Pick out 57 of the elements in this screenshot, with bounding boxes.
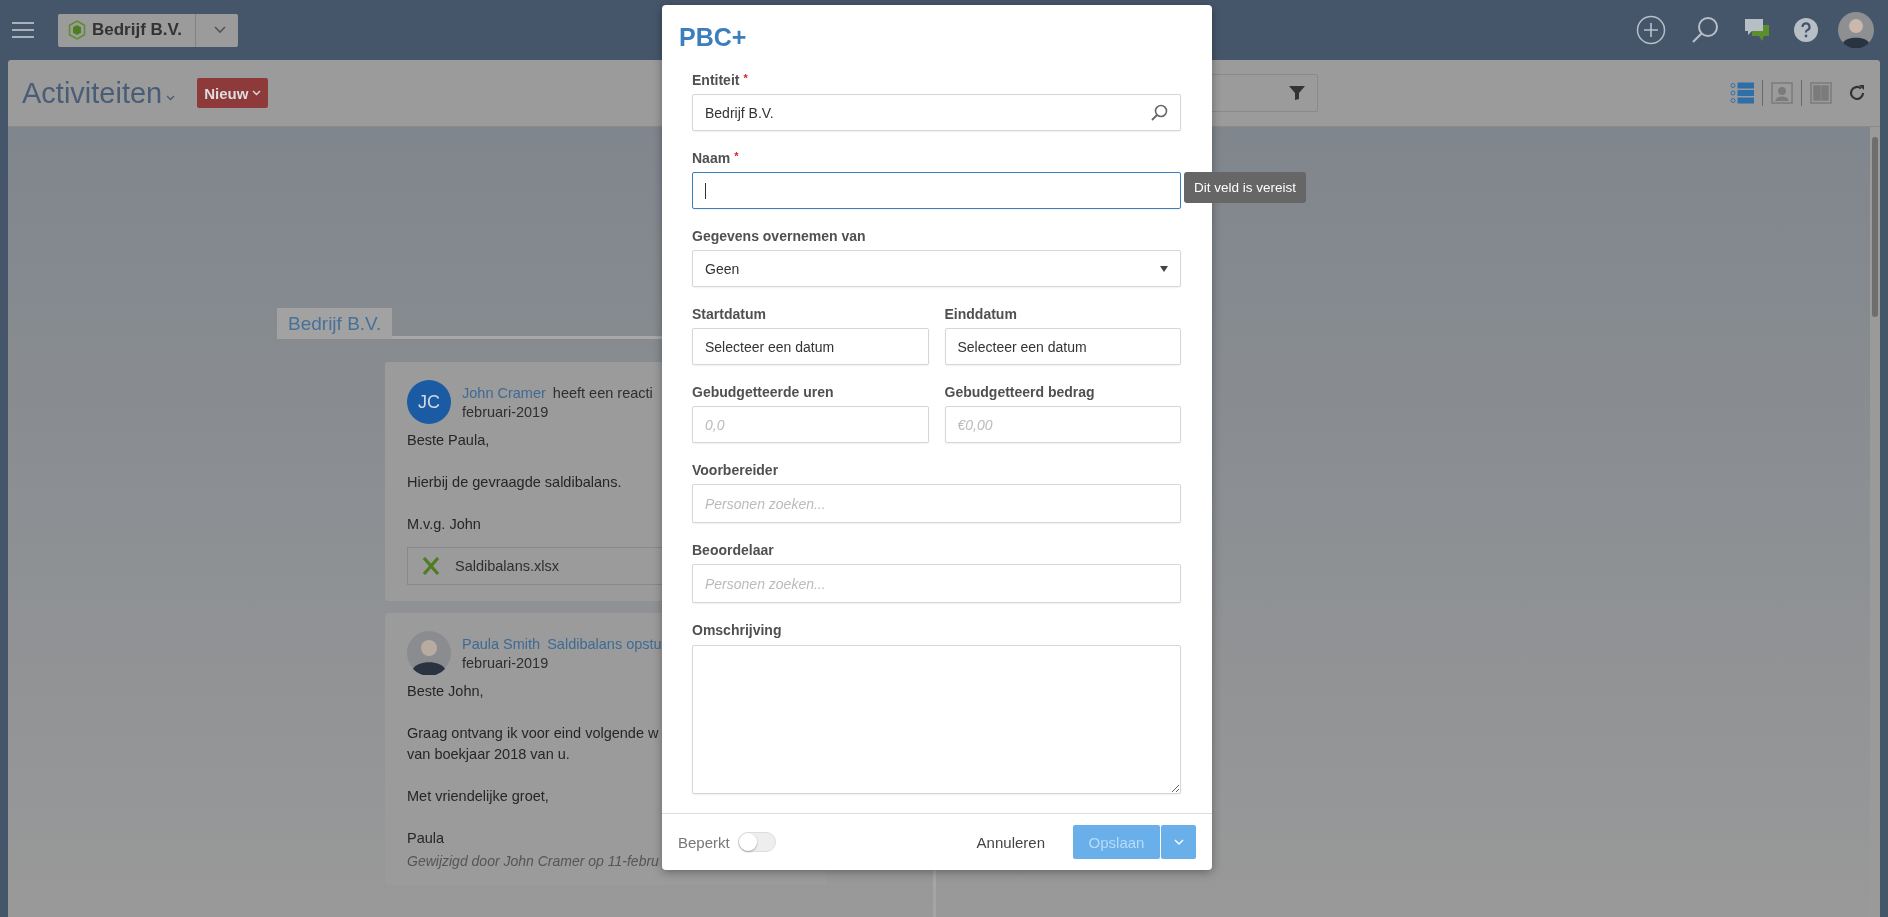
help-icon[interactable]	[1794, 18, 1818, 42]
post-paragraph: Hierbij de gevraagde saldibalans.	[407, 473, 622, 492]
error-tooltip: Dit veld is vereist	[1184, 172, 1307, 203]
field-label: Gebudgetteerde uren	[692, 384, 835, 400]
post-action: heeft een reacti	[552, 384, 653, 401]
entity-selector[interactable]: Bedrijf B.V.	[58, 13, 238, 47]
refresh-icon[interactable]	[1848, 84, 1866, 102]
chevron-down-icon	[214, 26, 226, 34]
chevron-down-icon	[1173, 839, 1184, 845]
field-label: Voorbereider	[692, 462, 780, 478]
edited-note: Gewijzigd door John Cramer op 11-febru	[407, 853, 660, 869]
chevron-down-icon	[252, 90, 262, 96]
name-field[interactable]	[692, 172, 1181, 209]
input-field[interactable]: €0,00	[944, 406, 1181, 443]
post-date: februari-2019	[462, 654, 550, 671]
initials-avatar: JC	[407, 380, 451, 424]
search-icon	[1150, 103, 1168, 122]
people-search-field[interactable]: Personen zoeken...	[692, 484, 1181, 523]
new-button[interactable]: Nieuw	[197, 78, 269, 108]
text-cursor	[705, 182, 706, 199]
field-label: Omschrijving	[692, 622, 783, 638]
chevron-down-icon[interactable]	[166, 95, 176, 101]
post-paragraph: Met vriendelijke groet,	[407, 787, 549, 806]
search-field[interactable]: Bedrijf B.V.	[692, 94, 1181, 131]
people-search-field[interactable]: Personen zoeken...	[692, 564, 1181, 603]
search-icon[interactable]	[1690, 15, 1720, 45]
post-paragraph: Graag ontvang ik voor eind volgende w van boekjaar 2018 van u.	[407, 724, 659, 764]
field-label: Gegevens overnemen van	[692, 228, 867, 244]
filter-icon	[1289, 85, 1305, 101]
post-paragraph: Beste John,	[407, 682, 484, 701]
user-avatar-icon[interactable]	[1838, 12, 1874, 48]
input-field[interactable]: 0,0	[692, 406, 929, 443]
field-label: Einddatum	[944, 306, 1018, 322]
list-view-icon[interactable]	[1730, 82, 1754, 104]
description-field[interactable]	[692, 645, 1181, 794]
entity-name: Bedrijf B.V.	[92, 20, 183, 40]
input-field[interactable]: Selecteer een datum	[944, 328, 1181, 365]
user-avatar-icon	[407, 631, 451, 675]
select-field[interactable]: Geen	[692, 250, 1181, 287]
dropdown-arrow-icon	[1160, 265, 1168, 272]
dialog-title: PBC+	[679, 23, 748, 52]
hexagon-icon	[68, 20, 86, 40]
field-label: Startdatum	[692, 306, 767, 322]
post-paragraph: Beste Paula,	[407, 431, 490, 450]
post-paragraph: M.v.g. John	[407, 515, 481, 534]
chat-icon[interactable]	[1744, 18, 1770, 42]
field-label: Naam *	[692, 150, 740, 166]
input-field[interactable]: Selecteer een datum	[692, 328, 929, 365]
menu-icon[interactable]	[12, 22, 34, 38]
add-icon[interactable]	[1636, 15, 1666, 45]
post-paragraph: Paula	[407, 829, 445, 848]
post-date: februari-2019	[462, 403, 550, 420]
restricted-toggle[interactable]	[737, 832, 776, 852]
cancel-button[interactable]: Annuleren	[970, 832, 1051, 852]
restricted-label: Beperkt	[678, 833, 730, 851]
field-label: Entiteit *	[692, 72, 749, 88]
field-label: Gebudgetteerd bedrag	[944, 384, 1096, 400]
